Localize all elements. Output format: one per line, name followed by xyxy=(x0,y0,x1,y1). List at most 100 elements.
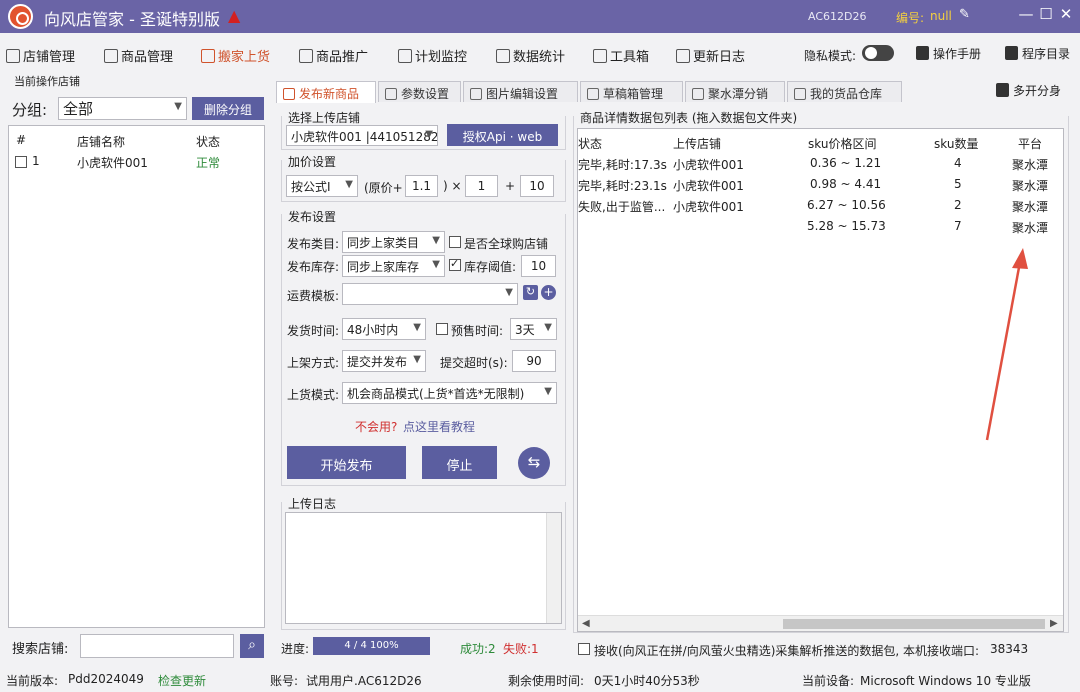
edit-pencil-icon[interactable]: ✎ xyxy=(959,7,970,22)
global-store-checkbox[interactable] xyxy=(449,236,461,248)
listing-select[interactable]: 提交并发布 ▼ xyxy=(342,350,426,372)
add-value-input[interactable]: 1.1 xyxy=(405,175,438,197)
store-row-name[interactable]: 小虎软件001 xyxy=(77,154,148,171)
timeout-label: 提交超时(s): xyxy=(440,356,508,370)
tab-publish-new[interactable]: 发布新商品 xyxy=(276,81,376,103)
table-row[interactable]: 完毕,耗时:23.1s 小虎软件001 0.98 ~ 4.41 5 聚水潭 xyxy=(578,174,1063,195)
start-publish-button[interactable]: 开始发布 xyxy=(287,446,406,479)
table-row[interactable]: 失败,出于监管... 小虎软件001 6.27 ~ 10.56 2 聚水潭 xyxy=(578,195,1063,216)
chevron-down-icon: ▼ xyxy=(544,386,552,397)
remaining-time-label: 剩余使用时间: xyxy=(508,674,585,688)
status-bar: 当前版本: Pdd2024049 检查更新 账号: 试用用户.AC612D26 … xyxy=(0,672,1080,692)
price-section-title: 加价设置 xyxy=(286,153,339,170)
auth-api-button[interactable]: 授权Api · web xyxy=(447,124,558,146)
stock-threshold-checkbox[interactable] xyxy=(449,257,461,271)
tab-drafts[interactable]: 草稿箱管理 xyxy=(580,81,683,102)
move-icon xyxy=(201,49,215,63)
scrollbar-thumb[interactable] xyxy=(783,619,1045,629)
help-text: 不会用? xyxy=(355,420,398,434)
ship-time-select[interactable]: 48小时内 ▼ xyxy=(342,318,426,340)
stop-button[interactable]: 停止 xyxy=(422,446,497,479)
distribution-icon xyxy=(692,88,704,100)
delete-group-button[interactable]: 删除分组 xyxy=(192,97,264,120)
table-row[interactable]: 5.28 ~ 15.73 7 聚水潭 xyxy=(578,216,1063,237)
maximize-button[interactable]: ☐ xyxy=(1036,5,1056,23)
device-label: 当前设备: xyxy=(802,674,855,688)
mode-label: 上货模式: xyxy=(287,388,340,402)
title-bar: 向风店管家 - 圣诞特别版 ▲ AC612D26 编号: null ✎ — ☐ … xyxy=(0,0,1080,33)
image-icon xyxy=(470,88,482,100)
minimize-button[interactable]: — xyxy=(1016,5,1036,23)
store-row-checkbox[interactable] xyxy=(15,156,27,168)
publish-section-title: 发布设置 xyxy=(286,208,339,225)
number-label: 编号: xyxy=(896,11,925,25)
draft-icon xyxy=(587,88,599,100)
search-icon[interactable]: ⌕ xyxy=(240,634,264,658)
ship-time-label: 发货时间: xyxy=(287,324,340,338)
horizontal-scrollbar[interactable]: ◀ ▶ xyxy=(578,615,1063,631)
plus-value-input[interactable]: 10 xyxy=(520,175,554,197)
manual-button[interactable]: 操作手册 xyxy=(916,45,981,62)
freight-select[interactable]: ▼ xyxy=(342,283,518,305)
add-icon[interactable]: + xyxy=(541,285,556,300)
col-store-name: 店铺名称 xyxy=(77,135,126,149)
chevron-down-icon: ▼ xyxy=(174,101,182,112)
chevron-down-icon: ▼ xyxy=(544,322,552,333)
menu-update-log[interactable]: 更新日志 xyxy=(676,46,745,65)
progress-text: 4 / 4 100% xyxy=(344,640,399,651)
store-select[interactable]: 小虎软件001 |441051282 ▼ xyxy=(286,125,438,146)
chevron-down-icon: ▼ xyxy=(425,129,433,140)
stock-select[interactable]: 同步上家库存 ▼ xyxy=(342,255,445,277)
multi-open-button[interactable]: 多开分身 xyxy=(996,82,1061,99)
data-list-title: 商品详情数据包列表 (拖入数据包文件夹) xyxy=(578,109,800,126)
store-section-title: 选择上传店铺 xyxy=(286,109,363,126)
menu-data-statistics[interactable]: 数据统计 xyxy=(496,46,565,65)
col-store: 上传店铺 xyxy=(673,137,722,151)
menu-product-management[interactable]: 商品管理 xyxy=(104,46,173,65)
search-store-input[interactable] xyxy=(80,634,234,658)
upload-log-textarea[interactable] xyxy=(285,512,562,624)
version-value: Pdd2024049 xyxy=(68,672,144,686)
progress-label: 进度: xyxy=(281,642,310,656)
program-dir-button[interactable]: 程序目录 xyxy=(1005,45,1070,62)
chevron-down-icon: ▼ xyxy=(505,287,513,298)
receive-port: 38343 xyxy=(990,642,1029,656)
log-scrollbar[interactable] xyxy=(546,513,561,623)
stock-threshold-input[interactable]: 10 xyxy=(521,255,556,277)
close-button[interactable]: ✕ xyxy=(1056,5,1076,23)
menu-store-management[interactable]: 店铺管理 xyxy=(6,46,75,65)
log-icon xyxy=(676,49,690,63)
tab-my-warehouse[interactable]: 我的货品仓库 xyxy=(787,81,902,102)
menu-move-listing[interactable]: 搬家上货 xyxy=(201,46,270,65)
tab-params[interactable]: 参数设置 xyxy=(378,81,461,102)
presale-checkbox[interactable] xyxy=(436,323,448,335)
switch-icon[interactable]: ⇆ xyxy=(518,447,550,479)
formula-plus-text: + xyxy=(505,179,516,193)
formula-select[interactable]: 按公式I ▼ xyxy=(286,175,358,197)
menu-toolbox[interactable]: 工具箱 xyxy=(593,46,649,65)
tab-jushuitan[interactable]: 聚水潭分销 xyxy=(685,81,785,102)
receive-checkbox[interactable] xyxy=(578,643,590,655)
table-row[interactable]: 完毕,耗时:17.3s 小虎软件001 0.36 ~ 1.21 4 聚水潭 xyxy=(578,153,1063,174)
refresh-icon[interactable]: ↻ xyxy=(523,285,538,300)
category-select[interactable]: 同步上家类目 ▼ xyxy=(342,231,445,253)
group-select[interactable]: 全部 ▼ xyxy=(58,97,187,120)
presale-select[interactable]: 3天 ▼ xyxy=(510,318,557,340)
timeout-input[interactable]: 90 xyxy=(512,350,556,372)
promotion-icon xyxy=(299,49,313,63)
menu-product-promotion[interactable]: 商品推广 xyxy=(299,46,368,65)
account-value: 试用用户.AC612D26 xyxy=(306,674,422,688)
help-link[interactable]: 点这里看教程 xyxy=(403,418,475,435)
mode-select[interactable]: 机会商品模式(上货*首选*无限制) ▼ xyxy=(342,382,557,404)
privacy-mode-toggle[interactable] xyxy=(862,45,894,61)
scroll-right-icon[interactable]: ▶ xyxy=(1050,618,1058,629)
check-update-link[interactable]: 检查更新 xyxy=(158,672,206,689)
multiplier-input[interactable]: 1 xyxy=(465,175,498,197)
scroll-left-icon[interactable]: ◀ xyxy=(582,618,590,629)
tab-image-edit[interactable]: 图片编辑设置 xyxy=(463,81,578,102)
folder-icon xyxy=(1005,46,1018,60)
menu-plan-monitor[interactable]: 计划监控 xyxy=(398,46,467,65)
version-label: 当前版本: xyxy=(6,674,59,688)
stock-label: 发布库存: xyxy=(287,260,340,274)
warehouse-icon xyxy=(794,88,806,100)
